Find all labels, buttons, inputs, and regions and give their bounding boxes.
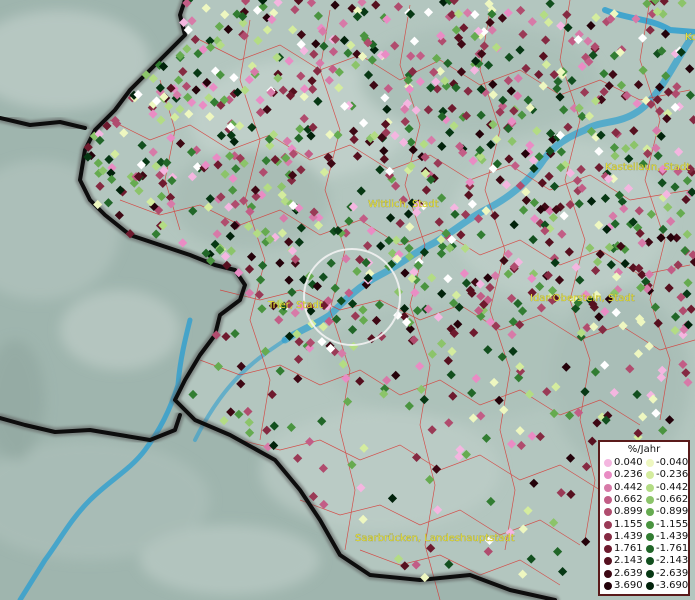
- legend-value-negative: -0.040: [656, 457, 689, 468]
- map-canvas[interactable]: Wittlich, Stadt Kastellaun, Stadt Trier,…: [0, 0, 695, 600]
- legend-title: %/Jahr: [627, 444, 661, 455]
- legend-swatch-negative: [646, 532, 654, 541]
- legend-row: 0.442 -0.442: [600, 482, 688, 494]
- legend-swatch-positive: [604, 483, 612, 492]
- legend-value-negative: -0.899: [656, 506, 689, 518]
- legend-swatch-negative: [646, 520, 654, 529]
- legend-value-positive: 1.155: [614, 518, 643, 530]
- legend-swatch-negative: [646, 471, 654, 480]
- legend-swatch-negative: [646, 557, 654, 566]
- legend-swatch-negative: [646, 545, 654, 554]
- legend-row: 0.040 -0.040: [600, 457, 688, 469]
- legend-value-positive: 2.143: [614, 555, 643, 567]
- legend-swatch-positive: [604, 471, 612, 480]
- legend-row: 1.761 -1.761: [600, 543, 688, 555]
- legend-value-negative: -2.143: [656, 555, 689, 567]
- legend-value-positive: 0.442: [614, 481, 643, 493]
- legend-swatch-positive: [604, 459, 612, 467]
- legend-swatch-negative: [646, 495, 654, 504]
- legend-value-negative: -1.761: [656, 543, 689, 555]
- legend-swatch-negative: [646, 582, 654, 590]
- legend-value-negative: -2.639: [656, 567, 689, 579]
- legend-value-negative: -0.236: [656, 469, 689, 481]
- legend-row: 0.236 -0.236: [600, 469, 688, 481]
- legend-swatch-positive: [604, 545, 612, 554]
- legend-value-positive: 0.236: [614, 469, 643, 481]
- legend-value-negative: -1.439: [656, 530, 689, 542]
- map-legend: %/Jahr 0.040 -0.040 0.236 -0.236 0.442 -0.442…: [598, 440, 690, 596]
- legend-swatch-positive: [604, 582, 612, 590]
- legend-value-positive: 1.439: [614, 530, 643, 542]
- legend-value-positive: 1.761: [614, 543, 643, 555]
- place-label-koblenz-partial: Ko: [685, 32, 695, 43]
- legend-row: 2.639 -2.639: [600, 568, 688, 580]
- legend-value-positive: 0.899: [614, 506, 643, 518]
- legend-value-positive: 0.040: [614, 457, 643, 468]
- legend-row: 2.143 -2.143: [600, 555, 688, 567]
- legend-swatch-negative: [646, 459, 654, 467]
- legend-value-negative: -3.690: [656, 580, 689, 591]
- legend-row: 1.439 -1.439: [600, 531, 688, 543]
- legend-row: 0.899 -0.899: [600, 506, 688, 518]
- legend-swatch-negative: [646, 508, 654, 517]
- legend-swatch-positive: [604, 569, 612, 578]
- legend-swatch-positive: [604, 508, 612, 517]
- legend-row: 0.662 -0.662: [600, 494, 688, 506]
- legend-swatch-negative: [646, 569, 654, 578]
- legend-row: 1.155 -1.155: [600, 519, 688, 531]
- place-label-trier: Trier, Stadt: [267, 300, 323, 311]
- legend-swatch-positive: [604, 532, 612, 541]
- legend-value-negative: -0.662: [656, 493, 689, 505]
- legend-value-negative: -1.155: [656, 518, 689, 530]
- legend-value-positive: 0.662: [614, 493, 643, 505]
- legend-swatch-positive: [604, 557, 612, 566]
- place-label-saarbruecken: Saarbrücken, Landeshauptstadt: [355, 533, 515, 544]
- place-label-idar-oberstein: Idar-Oberstein, Stadt: [530, 293, 635, 304]
- place-label-kastellaun: Kastellaun, Stadt: [605, 162, 690, 173]
- legend-swatch-positive: [604, 495, 612, 504]
- legend-swatch-negative: [646, 483, 654, 492]
- legend-value-positive: 3.690: [614, 580, 643, 591]
- place-label-wittlich: Wittlich, Stadt: [368, 199, 439, 210]
- legend-value-positive: 2.639: [614, 567, 643, 579]
- legend-swatch-positive: [604, 520, 612, 529]
- legend-row: 3.690 -3.690: [600, 580, 688, 592]
- legend-value-negative: -0.442: [656, 481, 689, 493]
